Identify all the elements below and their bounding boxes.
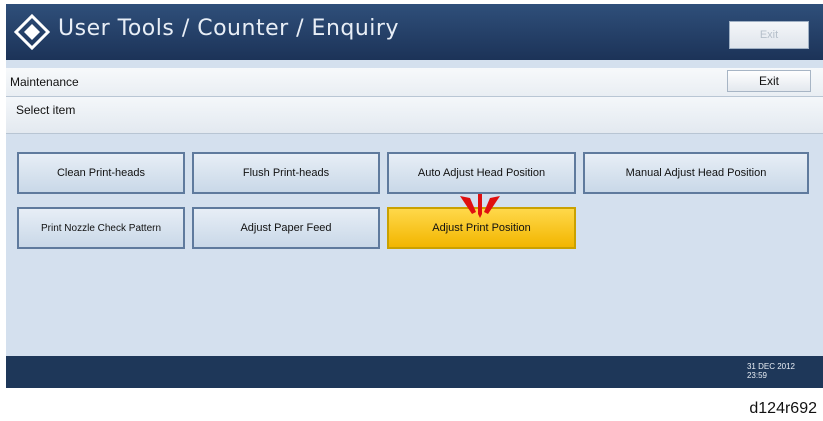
select-item-label: Select item	[16, 103, 76, 117]
flush-print-heads-button[interactable]: Flush Print-heads	[192, 152, 380, 194]
maintenance-bar: Maintenance Exit	[6, 68, 823, 97]
auto-adjust-head-position-button[interactable]: Auto Adjust Head Position	[387, 152, 576, 194]
red-arrows-icon	[460, 194, 500, 218]
status-bar: 31 DEC 2012 23:59	[6, 356, 823, 388]
maintenance-exit-button[interactable]: Exit	[727, 70, 811, 92]
date-time-display: 31 DEC 2012 23:59	[747, 362, 795, 380]
print-nozzle-check-pattern-button[interactable]: Print Nozzle Check Pattern	[17, 207, 185, 249]
adjust-paper-feed-button[interactable]: Adjust Paper Feed	[192, 207, 380, 249]
manual-adjust-head-position-button[interactable]: Manual Adjust Head Position	[583, 152, 809, 194]
figure-code: d124r692	[749, 400, 817, 417]
operation-panel-screen: User Tools / Counter / Enquiry Exit Main…	[6, 4, 823, 388]
page-title: User Tools / Counter / Enquiry	[58, 16, 399, 41]
clean-print-heads-button[interactable]: Clean Print-heads	[17, 152, 185, 194]
title-exit-button[interactable]: Exit	[729, 21, 809, 49]
title-bar: User Tools / Counter / Enquiry Exit	[6, 4, 823, 60]
user-tools-diamond-icon	[14, 14, 50, 50]
select-item-bar: Select item	[6, 97, 823, 134]
date-text: 31 DEC 2012	[746, 362, 795, 371]
maintenance-label: Maintenance	[10, 75, 79, 89]
time-text: 23:59	[746, 371, 767, 380]
